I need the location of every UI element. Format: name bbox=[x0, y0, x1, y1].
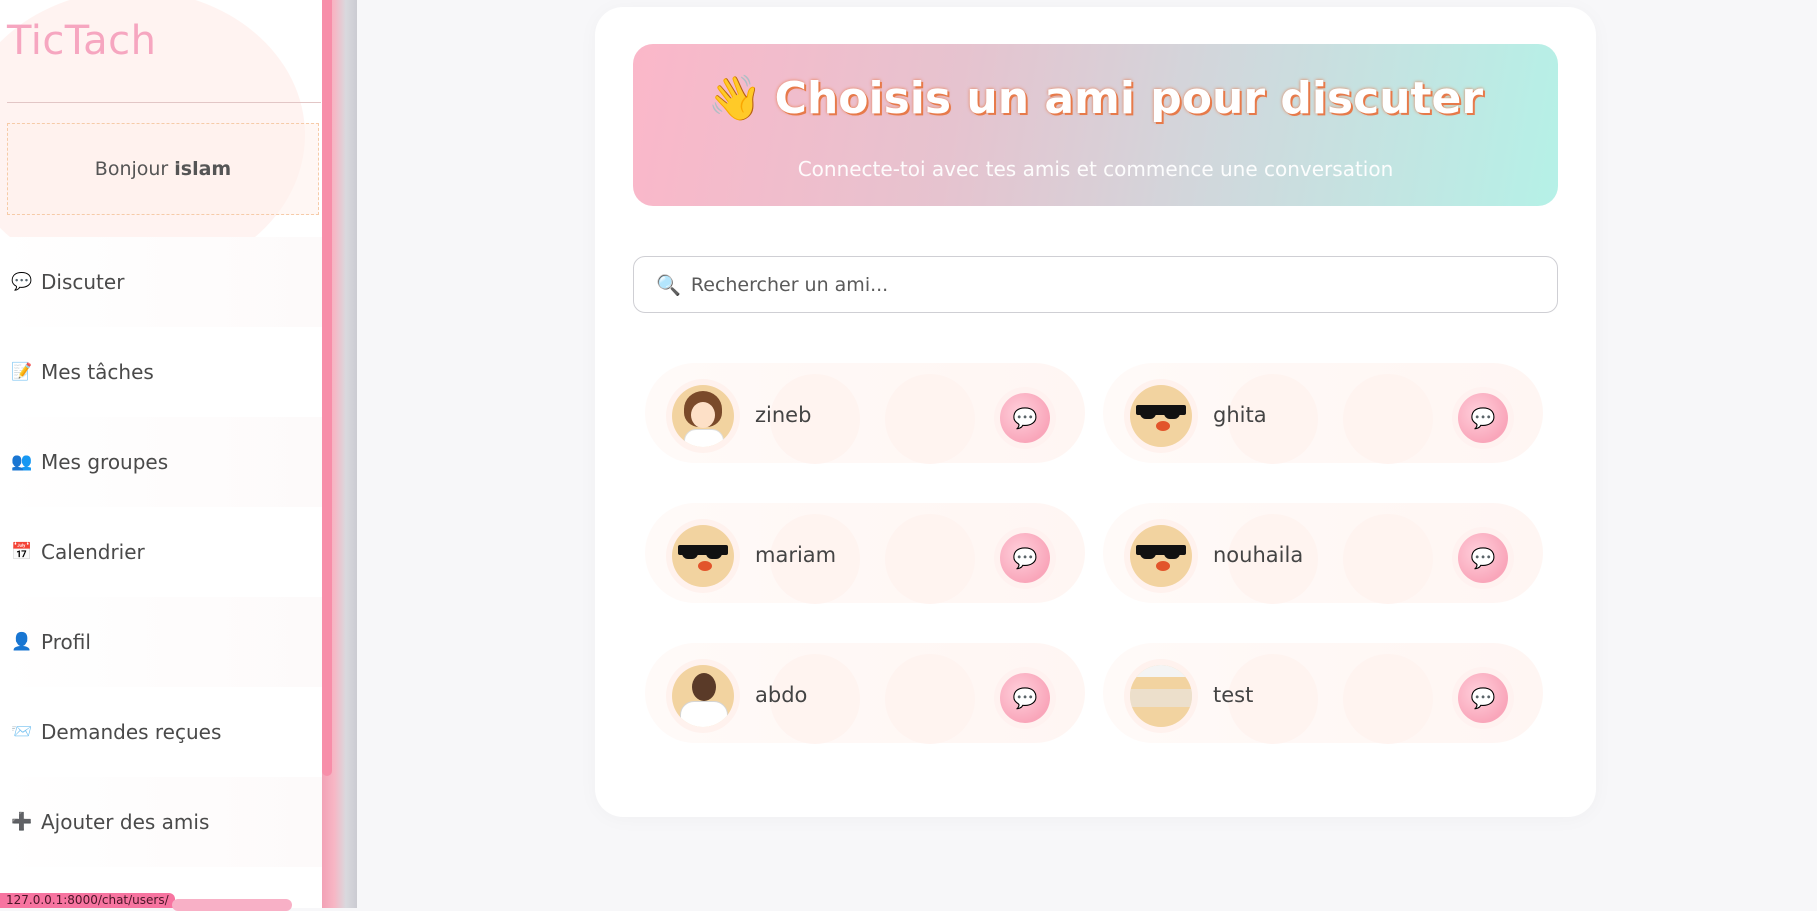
search-bar[interactable]: 🔍 bbox=[633, 256, 1558, 313]
people-icon: 👥 bbox=[11, 452, 33, 472]
chat-button[interactable]: 💬 bbox=[1458, 673, 1508, 723]
status-bar-decoration bbox=[172, 899, 292, 911]
sidebar-item-discuter[interactable]: 💬 Discuter bbox=[0, 237, 322, 327]
memo-icon: 📝 bbox=[11, 362, 33, 382]
decorative-circle bbox=[885, 514, 975, 604]
decorative-circle bbox=[1343, 654, 1433, 744]
friend-name: zineb bbox=[755, 403, 812, 427]
decorative-circle bbox=[885, 654, 975, 744]
friend-name: test bbox=[1213, 683, 1254, 707]
speech-bubble-icon: 💬 bbox=[1012, 686, 1038, 710]
chat-button[interactable]: 💬 bbox=[1458, 393, 1508, 443]
avatar bbox=[1130, 525, 1192, 587]
hero-banner: 👋 Choisis un ami pour discuter Connecte-t… bbox=[633, 44, 1558, 206]
speech-bubble-icon: 💬 bbox=[1470, 686, 1496, 710]
sidebar-nav: 💬 Discuter 📝 Mes tâches 👥 Mes groupes 📅 … bbox=[0, 237, 322, 867]
speech-bubble-icon: 💬 bbox=[1470, 406, 1496, 430]
friend-card[interactable]: abdo 💬 bbox=[645, 643, 1085, 744]
waving-hand-icon: 👋 bbox=[707, 73, 763, 124]
sidebar-item-ajouter-des-amis[interactable]: ➕ Ajouter des amis bbox=[0, 777, 322, 867]
search-icon: 🔍 bbox=[656, 272, 681, 297]
decorative-circle bbox=[1343, 374, 1433, 464]
greeting-prefix: Bonjour bbox=[94, 158, 169, 180]
friend-card[interactable]: mariam 💬 bbox=[645, 503, 1085, 604]
sidebar-item-label: Demandes reçues bbox=[41, 720, 222, 744]
friend-name: mariam bbox=[755, 543, 837, 567]
hero-title: 👋 Choisis un ami pour discuter bbox=[633, 72, 1558, 124]
sidebar-item-label: Mes tâches bbox=[41, 360, 154, 384]
friend-card[interactable]: zineb 💬 bbox=[645, 363, 1085, 464]
sidebar-item-profil[interactable]: 👤 Profil bbox=[0, 597, 322, 687]
chat-button[interactable]: 💬 bbox=[1458, 533, 1508, 583]
app-logo[interactable]: TicTach bbox=[7, 18, 156, 64]
search-input[interactable] bbox=[688, 272, 1513, 297]
hero-title-text: Choisis un ami pour discuter bbox=[774, 73, 1484, 124]
friend-name: nouhaila bbox=[1213, 543, 1304, 567]
avatar bbox=[672, 665, 734, 727]
hero-subtitle: Connecte-toi avec tes amis et commence u… bbox=[797, 157, 1394, 181]
avatar bbox=[672, 385, 734, 447]
logo-divider bbox=[7, 102, 321, 103]
chat-button[interactable]: 💬 bbox=[1000, 393, 1050, 443]
friend-card[interactable]: ghita 💬 bbox=[1103, 363, 1543, 464]
speech-bubble-icon: 💬 bbox=[1012, 406, 1038, 430]
sidebar-item-label: Mes groupes bbox=[41, 450, 169, 474]
status-bar-url: 127.0.0.1:8000/chat/users/ bbox=[0, 893, 175, 908]
sidebar-item-mes-groupes[interactable]: 👥 Mes groupes bbox=[0, 417, 322, 507]
chat-button[interactable]: 💬 bbox=[1000, 673, 1050, 723]
sidebar-item-mes-taches[interactable]: 📝 Mes tâches bbox=[0, 327, 322, 417]
friends-card: 👋 Choisis un ami pour discuter Connecte-t… bbox=[595, 7, 1596, 817]
sidebar: TicTach Bonjour islam 💬 Discuter 📝 Mes t… bbox=[0, 0, 322, 908]
friend-card[interactable]: nouhaila 💬 bbox=[1103, 503, 1543, 604]
decorative-circle bbox=[1343, 514, 1433, 604]
avatar bbox=[1130, 385, 1192, 447]
speech-bubble-icon: 💬 bbox=[1012, 546, 1038, 570]
decorative-circle bbox=[885, 374, 975, 464]
greeting-username: islam bbox=[174, 158, 232, 180]
plus-icon: ➕ bbox=[11, 812, 33, 832]
chat-button[interactable]: 💬 bbox=[1000, 533, 1050, 583]
speech-bubble-icon: 💬 bbox=[11, 272, 33, 292]
sidebar-item-label: Ajouter des amis bbox=[41, 810, 210, 834]
speech-bubble-icon: 💬 bbox=[1470, 546, 1496, 570]
sidebar-item-label: Calendrier bbox=[41, 540, 145, 564]
envelope-icon: 📨 bbox=[11, 722, 33, 742]
avatar bbox=[672, 525, 734, 587]
sidebar-item-calendrier[interactable]: 📅 Calendrier bbox=[0, 507, 322, 597]
friend-name: ghita bbox=[1213, 403, 1267, 427]
avatar bbox=[1130, 665, 1192, 727]
greeting-box: Bonjour islam bbox=[7, 123, 319, 215]
friend-card[interactable]: test 💬 bbox=[1103, 643, 1543, 744]
friends-grid: zineb 💬 ghita 💬 mariam 💬 nouhaila 💬 abdo… bbox=[645, 363, 1545, 744]
sidebar-item-label: Discuter bbox=[41, 270, 125, 294]
calendar-icon: 📅 bbox=[11, 542, 33, 562]
user-icon: 👤 bbox=[11, 632, 33, 652]
sidebar-item-label: Profil bbox=[41, 630, 91, 654]
sidebar-item-demandes-recues[interactable]: 📨 Demandes reçues bbox=[0, 687, 322, 777]
sidebar-scrollbar-thumb[interactable] bbox=[322, 0, 332, 776]
friend-name: abdo bbox=[755, 683, 808, 707]
